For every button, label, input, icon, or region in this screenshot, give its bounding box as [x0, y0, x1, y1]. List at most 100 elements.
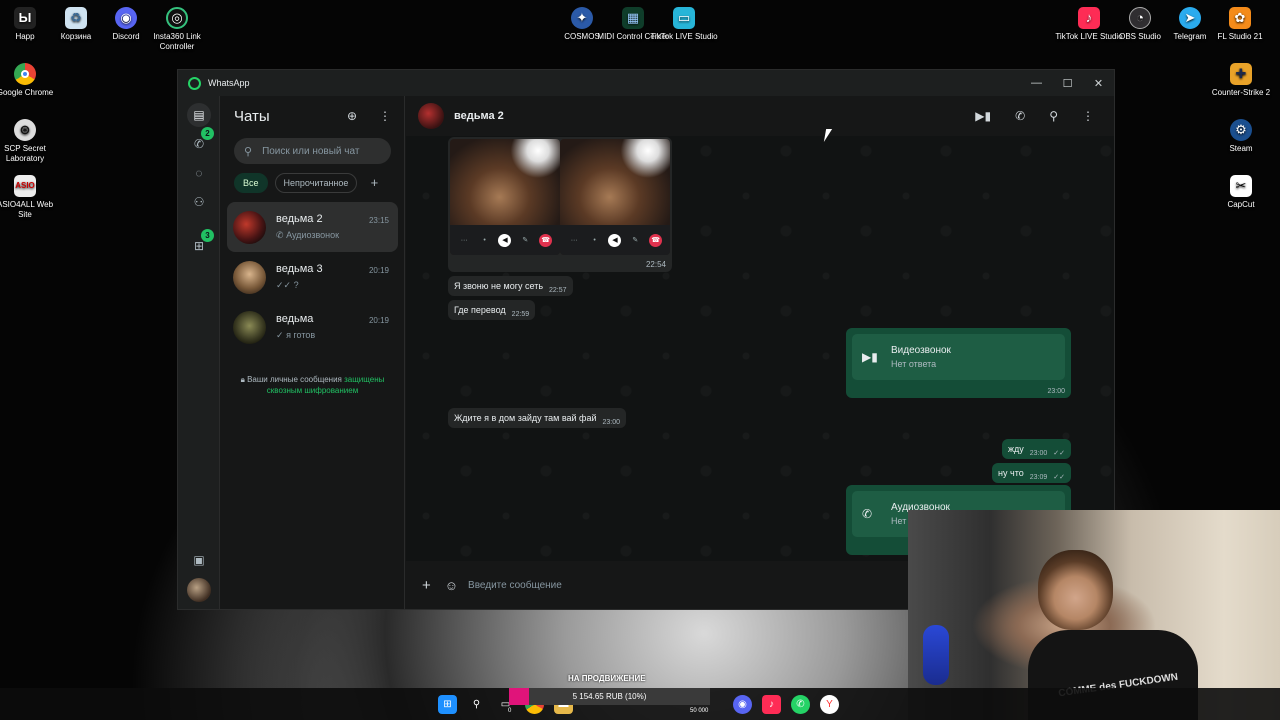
- close-button[interactable]: ✕: [1083, 77, 1114, 90]
- donation-fill: [509, 688, 530, 705]
- contact-avatar[interactable]: [418, 103, 444, 129]
- search-icon[interactable]: ⚲: [1049, 109, 1058, 123]
- windows-start-icon[interactable]: ⊞: [438, 695, 457, 714]
- desktop-icon-tiktok-live-center[interactable]: ▭ TikTok LIVE Studio: [648, 7, 720, 42]
- search-input[interactable]: ⚲ Поиск или новый чат: [234, 138, 391, 164]
- call-title: Видеозвонок: [891, 345, 951, 356]
- maximize-button[interactable]: ☐: [1052, 77, 1083, 90]
- desktop-icon-asio[interactable]: ASIO ASIO4ALL Web Site: [0, 175, 61, 220]
- communities-nav-icon[interactable]: ⚇: [187, 190, 211, 214]
- new-chat-icon[interactable]: ⊕: [347, 109, 357, 123]
- add-filter-icon[interactable]: +: [364, 173, 384, 193]
- lock-icon: 🔒︎: [240, 375, 245, 384]
- video-call-icon[interactable]: ▶▮: [975, 109, 991, 123]
- chat-item[interactable]: ведьма 3 ✓✓ ? 20:19: [227, 252, 398, 302]
- desktop-icon-scp[interactable]: ⊛ SCP Secret Laboratory: [0, 119, 61, 164]
- recycle-bin-icon: ♻: [65, 7, 87, 29]
- emoji-icon[interactable]: ☺: [445, 578, 458, 593]
- fl-studio-icon: ✿: [1229, 7, 1251, 29]
- taskbar-badge: 0: [508, 708, 512, 714]
- message-input[interactable]: Введите сообщение: [468, 580, 562, 591]
- chat-list-panel: Чаты ⊕ ⋮ ⚲ Поиск или новый чат Все Непро…: [221, 96, 405, 609]
- message-time: 22:59: [511, 311, 530, 318]
- search-icon[interactable]: ⚲: [467, 695, 486, 714]
- profile-avatar[interactable]: [187, 578, 211, 602]
- filter-unread[interactable]: Непрочитанное: [274, 173, 358, 193]
- minimize-button[interactable]: —: [1021, 77, 1052, 90]
- donation-progress-bar: 5 154.65 RUB (10%): [509, 688, 710, 705]
- title-bar[interactable]: WhatsApp — ☐ ✕: [178, 70, 1114, 96]
- chat-preview: Аудиозвонок: [286, 230, 340, 240]
- desktop-icon-fl-studio[interactable]: ✿ FL Studio 21: [1204, 7, 1276, 42]
- incoming-message[interactable]: Где перевод 22:59: [448, 300, 536, 320]
- chrome-icon: [14, 63, 36, 85]
- desktop-icon-capcut[interactable]: ✂ CapCut: [1205, 175, 1277, 210]
- message-time: 23:09: [1029, 474, 1048, 481]
- double-check-icon: ✓✓: [1053, 450, 1065, 457]
- incoming-message[interactable]: Я звоню не могу сеть 22:57: [448, 276, 573, 296]
- yandex-browser-icon[interactable]: Y: [820, 695, 839, 714]
- archive-nav-icon[interactable]: ⊞ 3: [187, 229, 214, 258]
- menu-icon[interactable]: ⋮: [1082, 109, 1094, 123]
- double-check-icon: ✓✓: [276, 280, 292, 290]
- message-time: 23:00: [602, 419, 621, 426]
- nav-rail: ▤ ✆ 2 ◌ ⚇ ⊞ 3 ▣: [178, 96, 220, 609]
- phone-icon: ✆: [276, 230, 284, 240]
- message-time: 23:00: [1047, 388, 1065, 395]
- message-time: 23:00: [1029, 450, 1048, 457]
- whatsapp-icon[interactable]: ✆: [791, 695, 810, 714]
- dot-icon: •: [483, 236, 486, 244]
- status-nav-icon[interactable]: ◌: [187, 161, 211, 185]
- chat-item[interactable]: ведьма ✓ я готов 20:19: [227, 302, 398, 352]
- outgoing-message[interactable]: жду 23:00 ✓✓: [1001, 439, 1071, 459]
- attach-icon[interactable]: +: [422, 577, 431, 594]
- discord-icon[interactable]: ◉: [733, 695, 752, 714]
- asio-icon: ASIO: [14, 175, 36, 197]
- desktop-icon-cs2[interactable]: ✚ Counter-Strike 2: [1205, 63, 1277, 98]
- screenshot-image[interactable]: ··· • ◀ ✎ ☎: [450, 139, 560, 255]
- chats-nav-icon[interactable]: ▤: [187, 103, 211, 127]
- video-call-card[interactable]: ▶▮ Видеозвонок Нет ответа 23:00: [846, 328, 1071, 398]
- desktop-icon-steam[interactable]: ⚙ Steam: [1205, 119, 1277, 154]
- filter-all[interactable]: Все: [234, 173, 268, 193]
- dot-icon: •: [593, 236, 596, 244]
- media-nav-icon[interactable]: ▣: [187, 548, 211, 572]
- tiktok-live-icon: ▭: [673, 7, 695, 29]
- chat-time: 23:15: [368, 216, 389, 225]
- outgoing-message[interactable]: ну что 23:09 ✓✓: [992, 463, 1071, 483]
- end-call-icon: ☎: [649, 233, 663, 247]
- donation-amount: 5 154.65 RUB (10%): [572, 692, 647, 701]
- speaker-icon: ◀: [608, 233, 622, 247]
- obs-icon: ◔: [1129, 7, 1151, 29]
- phone-missed-icon: ✆: [862, 507, 873, 521]
- desktop-icon-insta360[interactable]: ◎ Insta360 Link Controller: [141, 7, 213, 52]
- status-badge: 3: [201, 229, 214, 242]
- microphone-icon: [923, 625, 949, 685]
- desktop-icon-chrome[interactable]: Google Chrome: [0, 63, 61, 98]
- avatar: [233, 210, 266, 244]
- chat-item[interactable]: ведьма 2 ✆ Аудиозвонок 23:15: [227, 202, 398, 252]
- mute-icon: ✎: [632, 236, 639, 244]
- tiktok-live-icon: ♪: [1078, 7, 1100, 29]
- promo-label: НА ПРОДВИЖЕНИЕ: [568, 674, 646, 683]
- end-call-icon: ☎: [539, 233, 553, 247]
- scp-icon: ⊛: [14, 119, 36, 141]
- chat-preview: ?: [293, 280, 299, 290]
- screenshot-image[interactable]: ··· • ◀ ✎ ☎: [560, 139, 670, 255]
- conversation-header[interactable]: ведьма 2 ▶▮ ✆ ⚲ ⋮: [406, 96, 1114, 136]
- voice-call-icon[interactable]: ✆: [1015, 109, 1025, 123]
- avatar: [233, 260, 266, 294]
- incoming-message[interactable]: Ждите я в дом зайду там вай фай 23:00: [448, 408, 627, 428]
- chat-preview: я готов: [286, 330, 316, 340]
- media-message[interactable]: ··· • ◀ ✎ ☎ ··· • ◀ ✎ ☎ 22:54: [448, 137, 672, 272]
- check-icon: ✓: [276, 330, 284, 340]
- double-check-icon: ✓✓: [1053, 474, 1065, 481]
- speaker-icon: ◀: [498, 233, 512, 247]
- tiktok-icon[interactable]: ♪: [762, 695, 781, 714]
- more-icon: ···: [570, 236, 578, 244]
- menu-icon[interactable]: ⋮: [379, 109, 391, 123]
- calls-badge: 2: [201, 127, 214, 140]
- happ-icon: Ы: [14, 7, 36, 29]
- capcut-icon: ✂: [1230, 175, 1252, 197]
- calls-nav-icon[interactable]: ✆ 2: [187, 127, 214, 156]
